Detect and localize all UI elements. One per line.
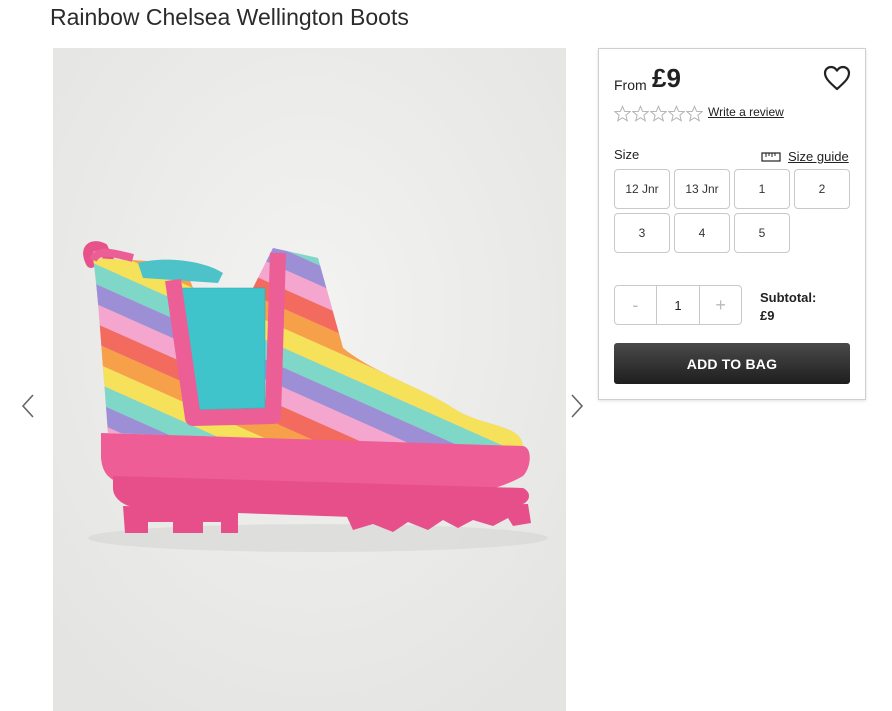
rating-stars <box>614 105 703 122</box>
star-icon <box>668 105 685 122</box>
write-review-link[interactable]: Write a review <box>708 105 784 119</box>
subtotal-value: £9 <box>760 308 775 323</box>
size-guide-link[interactable]: Size guide <box>761 149 849 164</box>
size-option-2[interactable]: 2 <box>794 169 850 209</box>
from-label: From <box>614 77 647 93</box>
product-image[interactable] <box>53 48 566 711</box>
size-options: 12 Jnr 13 Jnr 1 2 3 4 5 <box>614 169 854 253</box>
chevron-left-icon <box>21 394 34 418</box>
star-icon <box>632 105 649 122</box>
quantity-stepper: - 1 + <box>614 285 742 325</box>
purchase-panel: From £9 Write a review Size Size guide 1… <box>598 48 866 400</box>
rainbow-boot-image <box>53 48 566 711</box>
chevron-right-icon <box>571 394 584 418</box>
ruler-icon <box>761 151 781 162</box>
product-title: Rainbow Chelsea Wellington Boots <box>50 4 409 30</box>
size-option-5[interactable]: 5 <box>734 213 790 253</box>
size-option-1[interactable]: 1 <box>734 169 790 209</box>
quantity-decrement-button[interactable]: - <box>615 286 656 324</box>
wishlist-button[interactable] <box>823 65 851 91</box>
quantity-increment-button[interactable]: + <box>700 286 741 324</box>
star-icon <box>650 105 667 122</box>
star-icon <box>614 105 631 122</box>
gallery-next-button[interactable] <box>567 392 587 420</box>
size-label: Size <box>614 147 640 162</box>
size-option-3[interactable]: 3 <box>614 213 670 253</box>
size-option-4[interactable]: 4 <box>674 213 730 253</box>
star-icon <box>686 105 703 122</box>
size-option-13-jnr[interactable]: 13 Jnr <box>674 169 730 209</box>
quantity-value[interactable]: 1 <box>655 286 701 324</box>
heart-icon <box>823 65 851 91</box>
subtotal: Subtotal: £9 <box>760 289 816 325</box>
size-option-12-jnr[interactable]: 12 Jnr <box>614 169 670 209</box>
price: £9 <box>652 63 681 93</box>
gallery-prev-button[interactable] <box>18 392 38 420</box>
size-guide-label: Size guide <box>788 149 849 164</box>
subtotal-label: Subtotal: <box>760 290 817 305</box>
add-to-bag-button[interactable]: ADD TO BAG <box>614 343 850 384</box>
